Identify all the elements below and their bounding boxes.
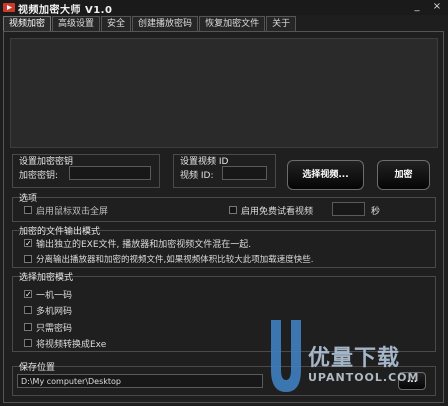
output-mode-title: 加密的文件输出模式 bbox=[19, 227, 101, 237]
mouse-double-click-label: 启用鼠标双击全屏 bbox=[36, 207, 109, 217]
minimize-button[interactable]: _ bbox=[408, 0, 426, 13]
seconds-unit-label: 秒 bbox=[371, 207, 381, 217]
mouse-double-click-checkbox[interactable] bbox=[24, 206, 32, 214]
output-exe-label: 输出独立的EXE文件, 播放器和加密视频文件混在一起. bbox=[36, 240, 252, 250]
one-machine-one-code-label: 一机一码 bbox=[36, 291, 73, 301]
tab-about[interactable]: 关于 bbox=[266, 16, 297, 31]
tab-bar: 视频加密 高级设置 安全 创建播放密码 恢复加密文件 关于 bbox=[3, 16, 297, 32]
free-trial-label: 启用免费试看视频 bbox=[241, 207, 314, 217]
video-id-label: 视频 ID: bbox=[180, 171, 214, 181]
encrypt-key-label: 加密密钥: bbox=[19, 171, 59, 181]
video-id-input[interactable] bbox=[222, 166, 267, 180]
window-title: 视频加密大师 V1.0 bbox=[18, 5, 113, 16]
output-separate-checkbox[interactable] bbox=[24, 255, 32, 263]
save-location-title: 保存位置 bbox=[19, 363, 56, 373]
watermark-brand: 优量下载 bbox=[308, 346, 401, 371]
watermark-logo bbox=[271, 320, 301, 392]
password-only-label: 只需密码 bbox=[36, 324, 73, 334]
convert-to-exe-checkbox[interactable] bbox=[24, 339, 32, 347]
one-machine-one-code-checkbox[interactable]: ✓ bbox=[24, 290, 32, 299]
tab-restore-encrypted-file[interactable]: 恢复加密文件 bbox=[199, 16, 266, 31]
encrypt-mode-title: 选择加密模式 bbox=[19, 273, 74, 283]
tab-advanced-settings[interactable]: 高级设置 bbox=[52, 16, 101, 31]
video-list-area[interactable] bbox=[10, 38, 438, 148]
save-path-input[interactable]: D:\My computer\Desktop bbox=[17, 374, 263, 388]
options-title: 选项 bbox=[19, 194, 38, 204]
encrypt-key-title: 设置加密密钥 bbox=[19, 157, 74, 167]
multi-machine-code-label: 多机网码 bbox=[36, 307, 73, 317]
output-exe-checkbox[interactable]: ✓ bbox=[24, 239, 32, 248]
encrypt-key-input[interactable] bbox=[69, 166, 151, 180]
watermark-url: UPANTOOL.COM bbox=[308, 371, 420, 384]
encrypt-button[interactable]: 加密 bbox=[377, 160, 430, 190]
multi-machine-code-checkbox[interactable] bbox=[24, 306, 32, 314]
app-logo-icon bbox=[3, 3, 15, 12]
convert-to-exe-label: 将视频转换成Exe bbox=[36, 340, 107, 350]
tab-video-encrypt[interactable]: 视频加密 bbox=[3, 16, 52, 31]
select-video-button[interactable]: 选择视频... bbox=[287, 160, 364, 190]
free-trial-seconds-input[interactable] bbox=[332, 202, 365, 216]
tab-security[interactable]: 安全 bbox=[101, 16, 132, 31]
tab-create-play-password[interactable]: 创建播放密码 bbox=[132, 16, 199, 31]
output-separate-label: 分离输出播放器和加密的视频文件,如果视频体积比较大此项加载速度快些. bbox=[36, 255, 314, 265]
close-button[interactable]: × bbox=[428, 0, 446, 13]
password-only-checkbox[interactable] bbox=[24, 323, 32, 331]
free-trial-checkbox[interactable] bbox=[229, 206, 237, 214]
